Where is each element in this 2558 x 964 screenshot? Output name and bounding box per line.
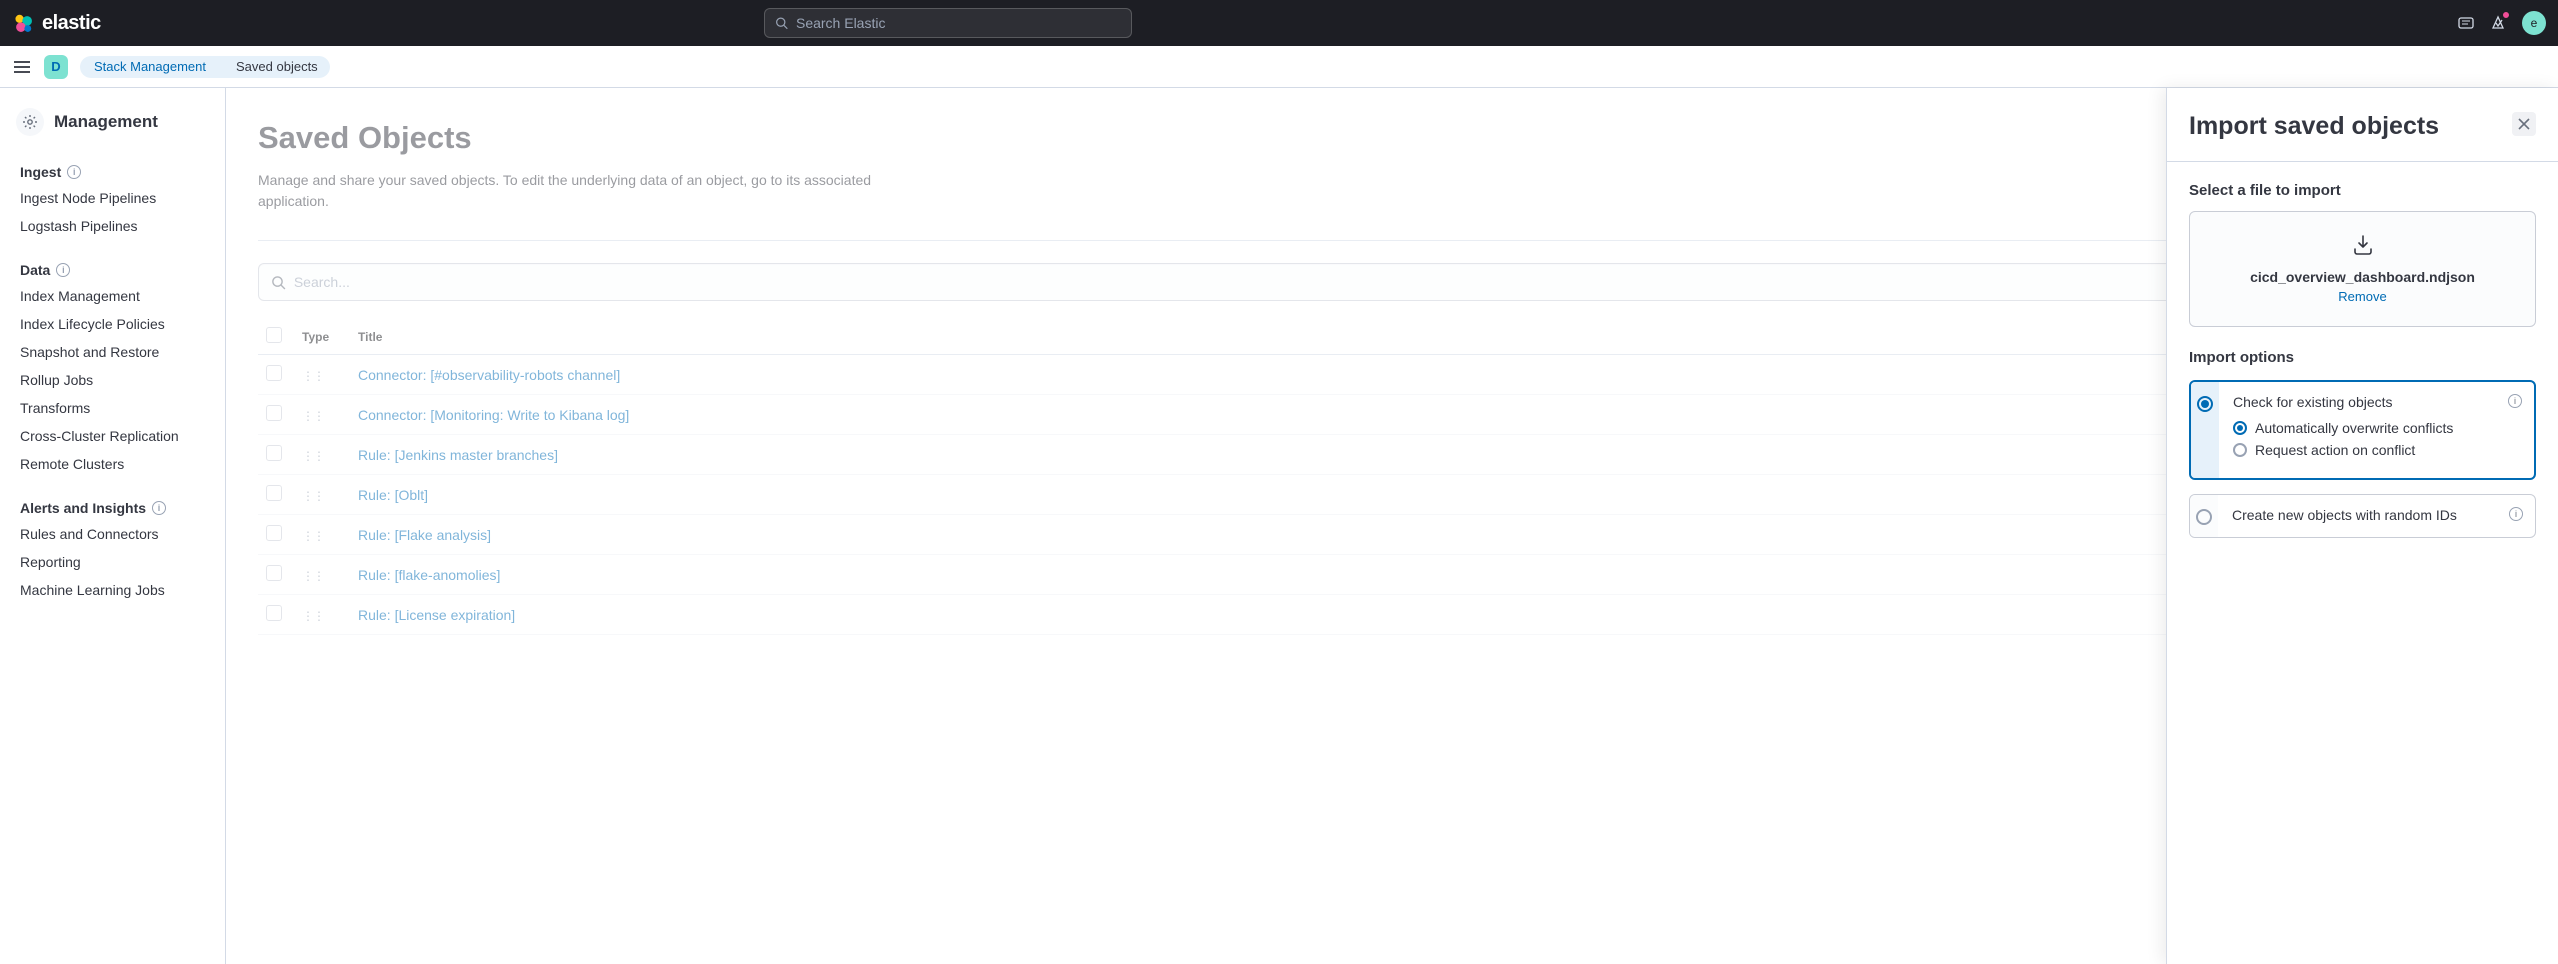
alerts-icon[interactable] <box>2490 15 2506 31</box>
page-description: Manage and share your saved objects. To … <box>258 170 878 212</box>
sub-option-request-action[interactable]: Request action on conflict <box>2233 442 2520 458</box>
object-title-link[interactable]: Connector: [#observability-robots channe… <box>358 367 620 383</box>
notification-dot <box>2502 11 2510 19</box>
global-search-input[interactable] <box>796 15 1121 31</box>
row-checkbox[interactable] <box>266 605 282 621</box>
object-title-link[interactable]: Connector: [Monitoring: Write to Kibana … <box>358 407 629 423</box>
sidebar-item[interactable]: Index Lifecycle Policies <box>0 310 225 338</box>
info-icon[interactable]: i <box>56 263 70 277</box>
elastic-logo-icon <box>12 12 34 34</box>
remove-file-link[interactable]: Remove <box>2212 289 2513 304</box>
sidebar-item[interactable]: Rules and Connectors <box>0 520 225 548</box>
object-title-link[interactable]: Rule: [Oblt] <box>358 487 428 503</box>
flyout-title: Import saved objects <box>2189 112 2439 141</box>
close-icon <box>2518 118 2530 130</box>
global-search[interactable] <box>764 8 1132 38</box>
info-icon[interactable]: i <box>2508 394 2522 408</box>
sidebar-item[interactable]: Cross-Cluster Replication <box>0 422 225 450</box>
nav-toggle-icon[interactable] <box>12 57 32 77</box>
sub-header: D Stack Management Saved objects <box>0 46 2558 88</box>
row-checkbox[interactable] <box>266 365 282 381</box>
option-check-existing[interactable]: i Check for existing objects Automatical… <box>2189 380 2536 480</box>
sidebar-item[interactable]: Snapshot and Restore <box>0 338 225 366</box>
sidebar-item[interactable]: Rollup Jobs <box>0 366 225 394</box>
sidebar-section-heading: Ingesti <box>0 156 225 184</box>
sidebar-item[interactable]: Index Management <box>0 282 225 310</box>
info-icon[interactable]: i <box>152 501 166 515</box>
radio-check-existing[interactable] <box>2197 396 2213 412</box>
row-checkbox[interactable] <box>266 405 282 421</box>
breadcrumb-item[interactable]: Saved objects <box>218 56 330 78</box>
col-type[interactable]: Type <box>294 319 350 355</box>
drag-handle-icon[interactable]: ⋮⋮ <box>302 529 324 543</box>
sidebar-section-heading: Datai <box>0 254 225 282</box>
row-checkbox[interactable] <box>266 445 282 461</box>
sidebar-item[interactable]: Machine Learning Jobs <box>0 576 225 604</box>
sidebar-item[interactable]: Reporting <box>0 548 225 576</box>
file-dropzone[interactable]: cicd_overview_dashboard.ndjson Remove <box>2189 211 2536 327</box>
object-title-link[interactable]: Rule: [Jenkins master branches] <box>358 447 558 463</box>
sidebar: Management IngestiIngest Node PipelinesL… <box>0 88 226 964</box>
import-options-label: Import options <box>2189 349 2536 366</box>
drag-handle-icon[interactable]: ⋮⋮ <box>302 449 324 463</box>
sidebar-item[interactable]: Remote Clusters <box>0 450 225 478</box>
brand-name: elastic <box>42 12 101 35</box>
drag-handle-icon[interactable]: ⋮⋮ <box>302 489 324 503</box>
top-header: elastic e <box>0 0 2558 46</box>
gear-icon <box>16 108 44 136</box>
option-title: Create new objects with random IDs <box>2232 507 2521 523</box>
sidebar-item[interactable]: Transforms <box>0 394 225 422</box>
sidebar-item[interactable]: Logstash Pipelines <box>0 212 225 240</box>
select-all-checkbox[interactable] <box>266 327 282 343</box>
brand-logo[interactable]: elastic <box>12 12 101 35</box>
object-title-link[interactable]: Rule: [Flake analysis] <box>358 527 491 543</box>
col-title[interactable]: Title <box>350 319 2286 355</box>
row-checkbox[interactable] <box>266 565 282 581</box>
drag-handle-icon[interactable]: ⋮⋮ <box>302 609 324 623</box>
drag-handle-icon[interactable]: ⋮⋮ <box>302 369 324 383</box>
option-title: Check for existing objects <box>2233 394 2520 410</box>
info-icon[interactable]: i <box>67 165 81 179</box>
option-random-ids[interactable]: i Create new objects with random IDs <box>2189 494 2536 538</box>
search-icon <box>775 16 788 30</box>
space-selector[interactable]: D <box>44 55 68 79</box>
drag-handle-icon[interactable]: ⋮⋮ <box>302 569 324 583</box>
radio-random-ids[interactable] <box>2196 509 2212 525</box>
selected-filename: cicd_overview_dashboard.ndjson <box>2212 269 2513 285</box>
sidebar-item[interactable]: Ingest Node Pipelines <box>0 184 225 212</box>
import-icon <box>2352 234 2374 256</box>
object-title-link[interactable]: Rule: [License expiration] <box>358 607 515 623</box>
info-icon[interactable]: i <box>2509 507 2523 521</box>
breadcrumb-item[interactable]: Stack Management <box>80 56 218 78</box>
import-flyout: Import saved objects Select a file to im… <box>2166 88 2558 964</box>
object-title-link[interactable]: Rule: [flake-anomolies] <box>358 567 500 583</box>
newsfeed-icon[interactable] <box>2458 15 2474 31</box>
select-file-label: Select a file to import <box>2189 182 2536 199</box>
sidebar-title: Management <box>54 112 158 132</box>
search-icon <box>271 275 286 290</box>
row-checkbox[interactable] <box>266 485 282 501</box>
drag-handle-icon[interactable]: ⋮⋮ <box>302 409 324 423</box>
row-checkbox[interactable] <box>266 525 282 541</box>
sidebar-section-heading: Alerts and Insightsi <box>0 492 225 520</box>
user-avatar[interactable]: e <box>2522 11 2546 35</box>
close-button[interactable] <box>2512 112 2536 136</box>
sub-option-overwrite[interactable]: Automatically overwrite conflicts <box>2233 420 2520 436</box>
breadcrumb: Stack Management Saved objects <box>80 56 330 78</box>
